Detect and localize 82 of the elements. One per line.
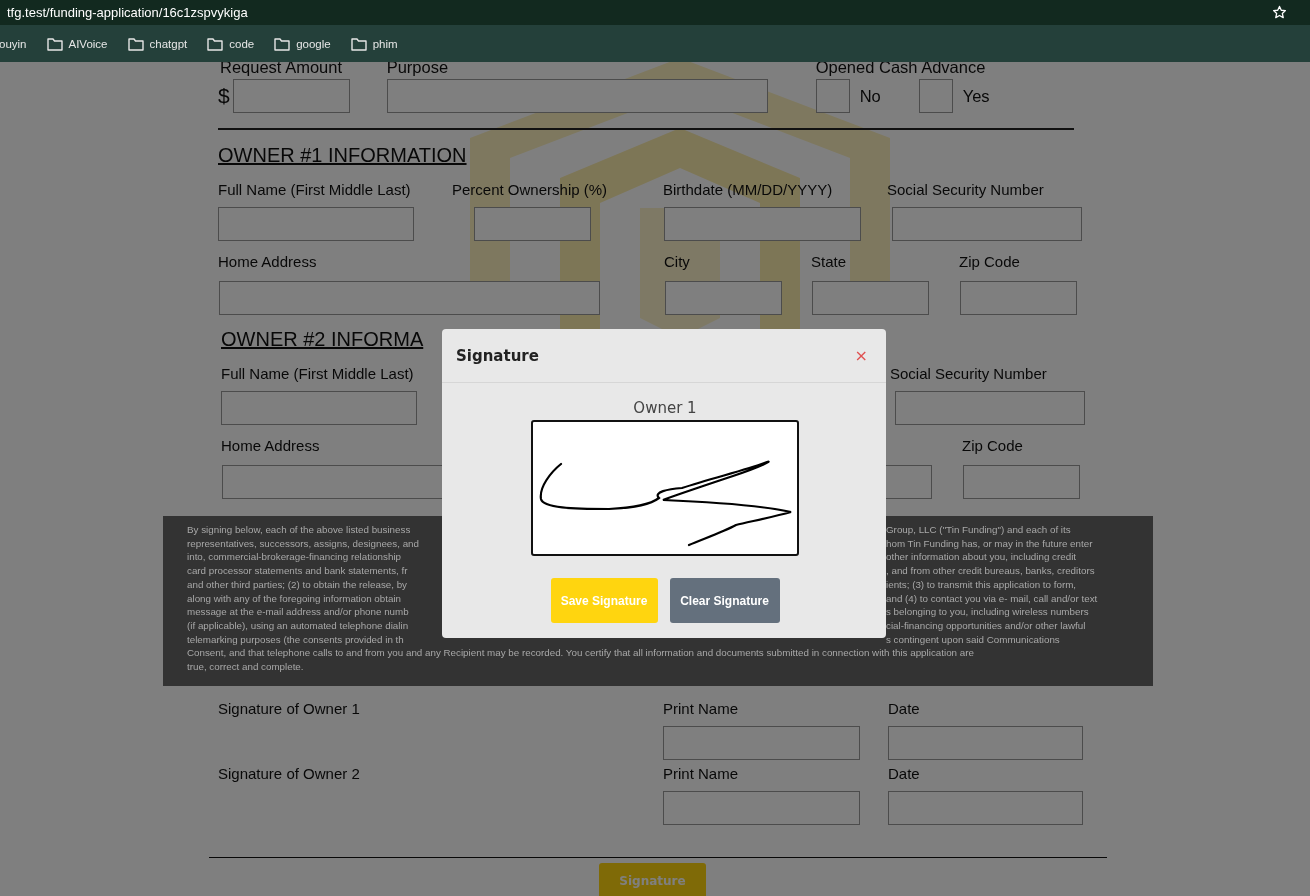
field-label: City [664,253,691,271]
option-label: Yes [962,86,990,106]
input-field[interactable] [474,207,591,241]
bookmark-link[interactable]: google [296,37,331,50]
folder-icon [207,36,224,51]
url-text[interactable]: tfg.test/funding-application/16c1zspvykiga [7,5,248,20]
field-label: Full Name (First Middle Last) [218,181,412,199]
field-label: Date [888,764,921,783]
disclaimer-text: other information about you, including credit [886,550,1077,565]
bookmark-link[interactable]: ouyin [0,37,27,50]
input-field[interactable] [219,281,600,315]
input-field[interactable] [960,281,1077,315]
input-field[interactable] [663,725,860,760]
field-label: Home Address [218,253,318,271]
star-icon[interactable] [1272,5,1287,20]
folder-icon [350,36,367,51]
field-label: Print Name [663,764,740,783]
input-field[interactable] [888,790,1083,825]
field-label: Date [888,699,921,718]
bookmark-link[interactable]: chatgpt [149,37,188,50]
signature-label: Signature of Owner 2 [218,764,361,784]
input-field[interactable] [221,391,417,425]
checkbox[interactable] [815,79,850,113]
field-label: Birthdate (MM/DD/YYYY) [663,181,834,199]
bookmark-link[interactable]: phim [372,37,398,50]
disclaimer-text: ients; (3) to transmit this application to form, [886,577,1077,592]
field-label: Percent Ownership (%) [452,181,609,199]
input-field[interactable] [895,391,1085,425]
dialog-title: Signature [456,346,539,365]
field-label: Opened Cash Advance [815,58,987,76]
disclaimer-text: card processor statements and bank statements, fr [187,564,408,578]
disclaimer-text: cial-financing opportunities and/or other lawful [886,618,1086,633]
disclaimer-text: into, commercial-brokerage-financing relationship [187,550,401,565]
folder-icon [46,36,63,51]
disclaimer-text: s contingent upon said Communications [886,632,1060,647]
field-label: Social Security Number [890,365,1048,383]
currency-symbol: $ [218,84,230,108]
field-label: Home Address [221,437,321,455]
field-label: Purpose [386,58,450,76]
input-field[interactable] [663,790,860,825]
field-label: State [811,253,848,271]
disclaimer-text: and other third parties; (2) to obtain the release, by [187,577,407,592]
disclaimer-text: along with any of the foregoing information obtain [187,591,402,606]
disclaimer-text: Consent, and that telephone calls to and from you and any Recipient may be recorded. You certify that all information and documents submitted in connection with this application are [187,647,974,659]
field-label: Social Security Number [887,181,1045,199]
disclaimer-text: By signing below, each of the above listed business [187,523,411,537]
section-heading: OWNER #2 INFORMA [221,327,424,351]
checkbox[interactable] [918,79,953,113]
disclaimer-text: message at the e-mail address and/or phone numb [187,605,409,619]
bookmark-link[interactable]: AIVoice [68,37,108,50]
disclaimer-text: (if applicable), using an automated telephone dialin [187,618,409,633]
folder-icon [274,36,291,51]
owner-label: Owner 1 [633,399,697,417]
input-field[interactable] [232,79,350,113]
input-field[interactable] [812,281,929,315]
disclaimer-text: Group, LLC ("Tin Funding") and each of its [886,523,1071,537]
field-label: Request Amount [220,58,343,76]
field-label: Full Name (First Middle Last) [221,365,415,383]
field-label: Zip Code [962,437,1024,455]
disclaimer-text: and (4) to contact you via e- mail, call and/or text [886,591,1098,606]
disclaimer-text: telemarking purposes (the consents provided in th [187,632,404,647]
disclaimer-text: s belonging to you, including wireless numbers [886,605,1089,619]
field-label: Print Name [663,699,740,718]
bookmark-link[interactable]: code [229,37,255,50]
disclaimer-text: , and from other credit bureaus, banks, creditors [886,564,1095,578]
input-field[interactable] [664,207,861,241]
folder-icon [127,36,144,51]
disclaimer-text: true, correct and complete. [187,661,304,673]
input-field[interactable] [665,281,782,315]
disclaimer-text: hom Tin Funding has, or may in the future enter [886,536,1093,551]
signature-label: Signature of Owner 1 [218,699,361,719]
signature-pad[interactable] [531,420,799,556]
disclaimer-text: representatives, successors, assigns, designees, and [187,536,419,551]
input-field[interactable] [888,725,1083,760]
input-field[interactable] [892,207,1082,241]
input-field[interactable] [386,79,768,113]
field-label: Zip Code [959,253,1021,271]
clear-button[interactable]: Clear Signature [669,578,780,623]
input-field[interactable] [963,465,1080,499]
option-label: No [859,86,881,106]
input-field[interactable] [218,207,414,241]
section-heading: OWNER #1 INFORMATION [218,143,467,167]
